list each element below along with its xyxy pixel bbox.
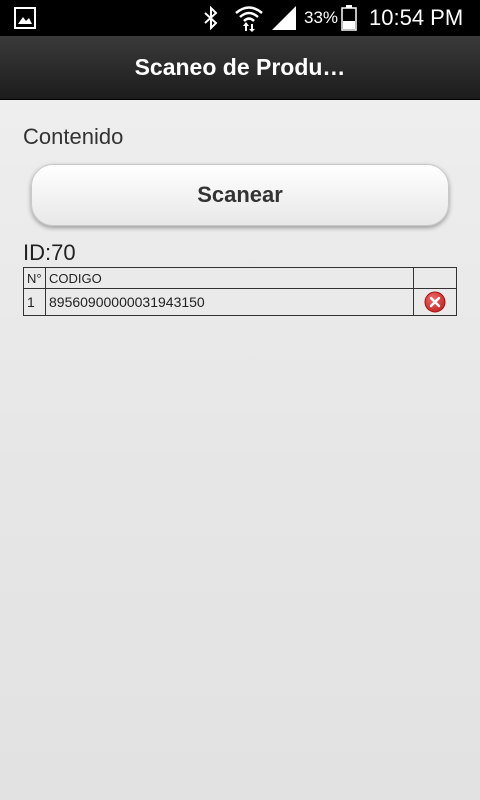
status-bar: 33% 10:54 PM <box>0 0 480 36</box>
wifi-icon <box>235 6 263 32</box>
codes-table: N° CODIGO 1 89560900000031943150 <box>23 267 457 316</box>
row-delete-cell <box>413 288 457 316</box>
gallery-notification-icon <box>14 7 36 29</box>
table-row: 1 89560900000031943150 <box>23 288 457 316</box>
content-label: Contenido <box>23 124 124 149</box>
signal-icon <box>272 6 296 30</box>
app-header: Scaneo de Produ… <box>0 36 480 100</box>
row-codigo: 89560900000031943150 <box>45 288 414 316</box>
table-header-row: N° CODIGO <box>23 267 457 289</box>
scan-button[interactable]: Scanear <box>31 164 449 226</box>
bluetooth-icon <box>204 6 218 30</box>
column-header-number: N° <box>23 267 46 289</box>
battery-icon <box>341 5 357 31</box>
delete-icon[interactable] <box>424 291 446 313</box>
status-clock: 10:54 PM <box>369 5 464 30</box>
battery-percent: 33% <box>304 8 339 27</box>
id-label: ID:70 <box>23 240 76 265</box>
row-number: 1 <box>23 288 46 316</box>
page-title: Scaneo de Produ… <box>134 54 346 80</box>
column-header-actions <box>413 267 457 289</box>
column-header-codigo: CODIGO <box>45 267 414 289</box>
